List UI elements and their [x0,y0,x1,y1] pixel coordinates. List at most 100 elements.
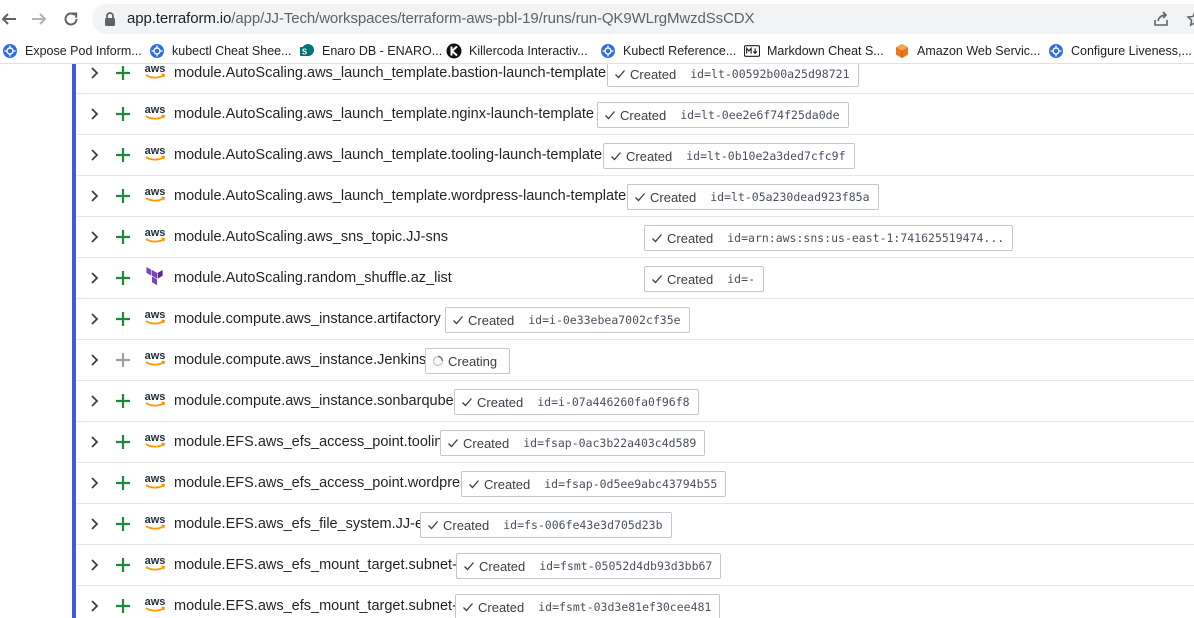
aws-logo-icon: aws [142,513,168,533]
resource-name: module.compute.aws_instance.artifactory [174,311,441,327]
svg-text:aws: aws [145,391,166,403]
share-icon[interactable] [1152,10,1170,28]
aws-cube-icon [894,43,910,59]
plus-icon [116,66,130,80]
check-icon [469,480,479,489]
bookmark-item[interactable]: Killercoda Interactiv... [446,42,588,60]
resource-name: module.EFS.aws_efs_file_system.JJ-efs [174,516,435,532]
killercoda-icon [446,43,462,59]
reload-icon[interactable] [58,6,84,32]
bookmark-item[interactable]: Markdown Cheat S... [744,42,884,60]
resource-name: module.EFS.aws_efs_access_point.wordpres… [174,475,475,491]
resource-row[interactable]: aws module.EFS.aws_efs_file_system.JJ-efs… [76,504,1194,545]
resource-row[interactable]: module.AutoScaling.random_shuffle.az_lis… [76,258,1194,299]
resource-id: id=fsmt-03d3e81ef30cee481 [538,600,712,614]
resource-row[interactable]: aws module.EFS.aws_efs_mount_target.subne… [76,545,1194,586]
kubernetes-icon [600,43,616,59]
chevron-right-icon[interactable] [87,353,101,367]
svg-text:aws: aws [145,309,166,321]
chevron-right-icon[interactable] [87,435,101,449]
svg-text:aws: aws [145,555,166,567]
aws-logo-icon: aws [142,144,168,164]
chevron-right-icon[interactable] [87,476,101,490]
check-icon [462,398,472,407]
check-icon [463,603,473,612]
plus-icon [116,435,130,449]
bookmark-label: Enaro DB - ENARO... [322,44,443,58]
check-icon [652,275,662,284]
chevron-right-icon[interactable] [87,189,101,203]
lock-icon [105,12,115,26]
bookmark-item[interactable]: kubectl Cheat Shee... [149,42,292,60]
spinner-icon [432,355,444,367]
chevron-right-icon[interactable] [87,107,101,121]
status-badge: Created id=fsmt-05052d4db93d3bb67 [456,553,722,579]
resource-row[interactable]: aws module.compute.aws_instance.Jenkins Cr… [76,340,1194,381]
resource-row[interactable]: aws module.compute.aws_instance.artifacto… [76,299,1194,340]
chevron-right-icon[interactable] [87,271,101,285]
resource-row[interactable]: aws module.EFS.aws_efs_access_point.wordp… [76,463,1194,504]
svg-text:aws: aws [145,596,166,608]
chevron-right-icon[interactable] [87,517,101,531]
chevron-right-icon[interactable] [87,148,101,162]
resource-row[interactable]: aws module.EFS.aws_efs_mount_target.subne… [76,586,1194,618]
star-icon[interactable] [1186,10,1194,28]
chevron-right-icon[interactable] [87,66,101,80]
resource-row[interactable]: aws module.AutoScaling.aws_sns_topic.JJ-s… [76,217,1194,258]
check-icon [453,316,463,325]
check-icon [611,152,621,161]
back-arrow-icon[interactable] [0,6,22,32]
resource-row[interactable]: aws module.EFS.aws_efs_access_point.tooli… [76,422,1194,463]
bookmarks-bar: Expose Pod Inform... kubectl Cheat Shee..… [0,38,1194,64]
chevron-right-icon[interactable] [87,599,101,613]
bookmark-item[interactable]: S Enaro DB - ENARO... [299,42,442,60]
sharepoint-icon: S [299,43,315,59]
aws-logo-icon: aws [142,554,168,574]
svg-text:aws: aws [145,227,166,239]
bookmark-item[interactable]: Amazon Web Servic... [894,42,1040,60]
status-label: Created [667,271,714,287]
status-label: Created [484,476,531,492]
run-resources-panel: aws module.AutoScaling.aws_launch_templat… [0,64,1194,618]
check-icon [448,439,458,448]
status-label: Created [630,66,677,82]
svg-text:aws: aws [145,473,166,485]
kubernetes-icon [149,43,165,59]
aws-logo-icon: aws [142,226,168,246]
browser-toolbar: app.terraform.io/app/JJ-Tech/workspaces/… [0,0,1194,38]
chevron-right-icon[interactable] [87,312,101,326]
status-badge: Created id=lt-00592b00a25d98721 [607,64,859,87]
chevron-right-icon[interactable] [87,394,101,408]
resource-row[interactable]: aws module.AutoScaling.aws_launch_templat… [76,64,1194,94]
resource-row[interactable]: aws module.AutoScaling.aws_launch_templat… [76,135,1194,176]
resource-row[interactable]: aws module.compute.aws_instance.sonbarqub… [76,381,1194,422]
bookmark-item[interactable]: Configure Liveness,... [1048,42,1192,60]
status-label: Created [478,599,525,615]
aws-logo-icon: aws [142,103,168,123]
status-badge: Created id=fsmt-03d3e81ef30cee481 [455,594,721,618]
chevron-right-icon[interactable] [87,558,101,572]
bookmark-label: Amazon Web Servic... [917,44,1041,58]
resource-id: id=arn:aws:sns:us-east-1:741625519474... [727,231,1005,245]
kubernetes-icon [2,43,18,59]
status-label: Created [463,435,510,451]
resource-row[interactable]: aws module.AutoScaling.aws_launch_templat… [76,94,1194,135]
resource-row[interactable]: aws module.AutoScaling.aws_launch_templat… [76,176,1194,217]
resource-id: id=- [727,272,755,286]
chevron-right-icon[interactable] [87,230,101,244]
resource-id: id=i-07a446260fa0f96f8 [537,395,690,409]
resource-id: id=fsmt-05052d4db93d3bb67 [539,559,713,573]
plus-icon [116,107,130,121]
check-icon [635,193,645,202]
bookmark-item[interactable]: Expose Pod Inform... [2,42,142,60]
status-label: Created [443,517,490,533]
address-bar[interactable]: app.terraform.io/app/JJ-Tech/workspaces/… [92,4,1194,34]
forward-arrow-icon[interactable] [26,6,52,32]
resource-name: module.EFS.aws_efs_access_point.tooling [174,434,451,450]
plus-icon [116,558,130,572]
terraform-logo-icon [142,267,168,287]
bookmark-label: Killercoda Interactiv... [469,44,588,58]
status-badge: Created id=i-07a446260fa0f96f8 [454,389,699,415]
bookmark-item[interactable]: Kubectl Reference... [600,42,736,60]
bookmark-label: Expose Pod Inform... [25,44,142,58]
